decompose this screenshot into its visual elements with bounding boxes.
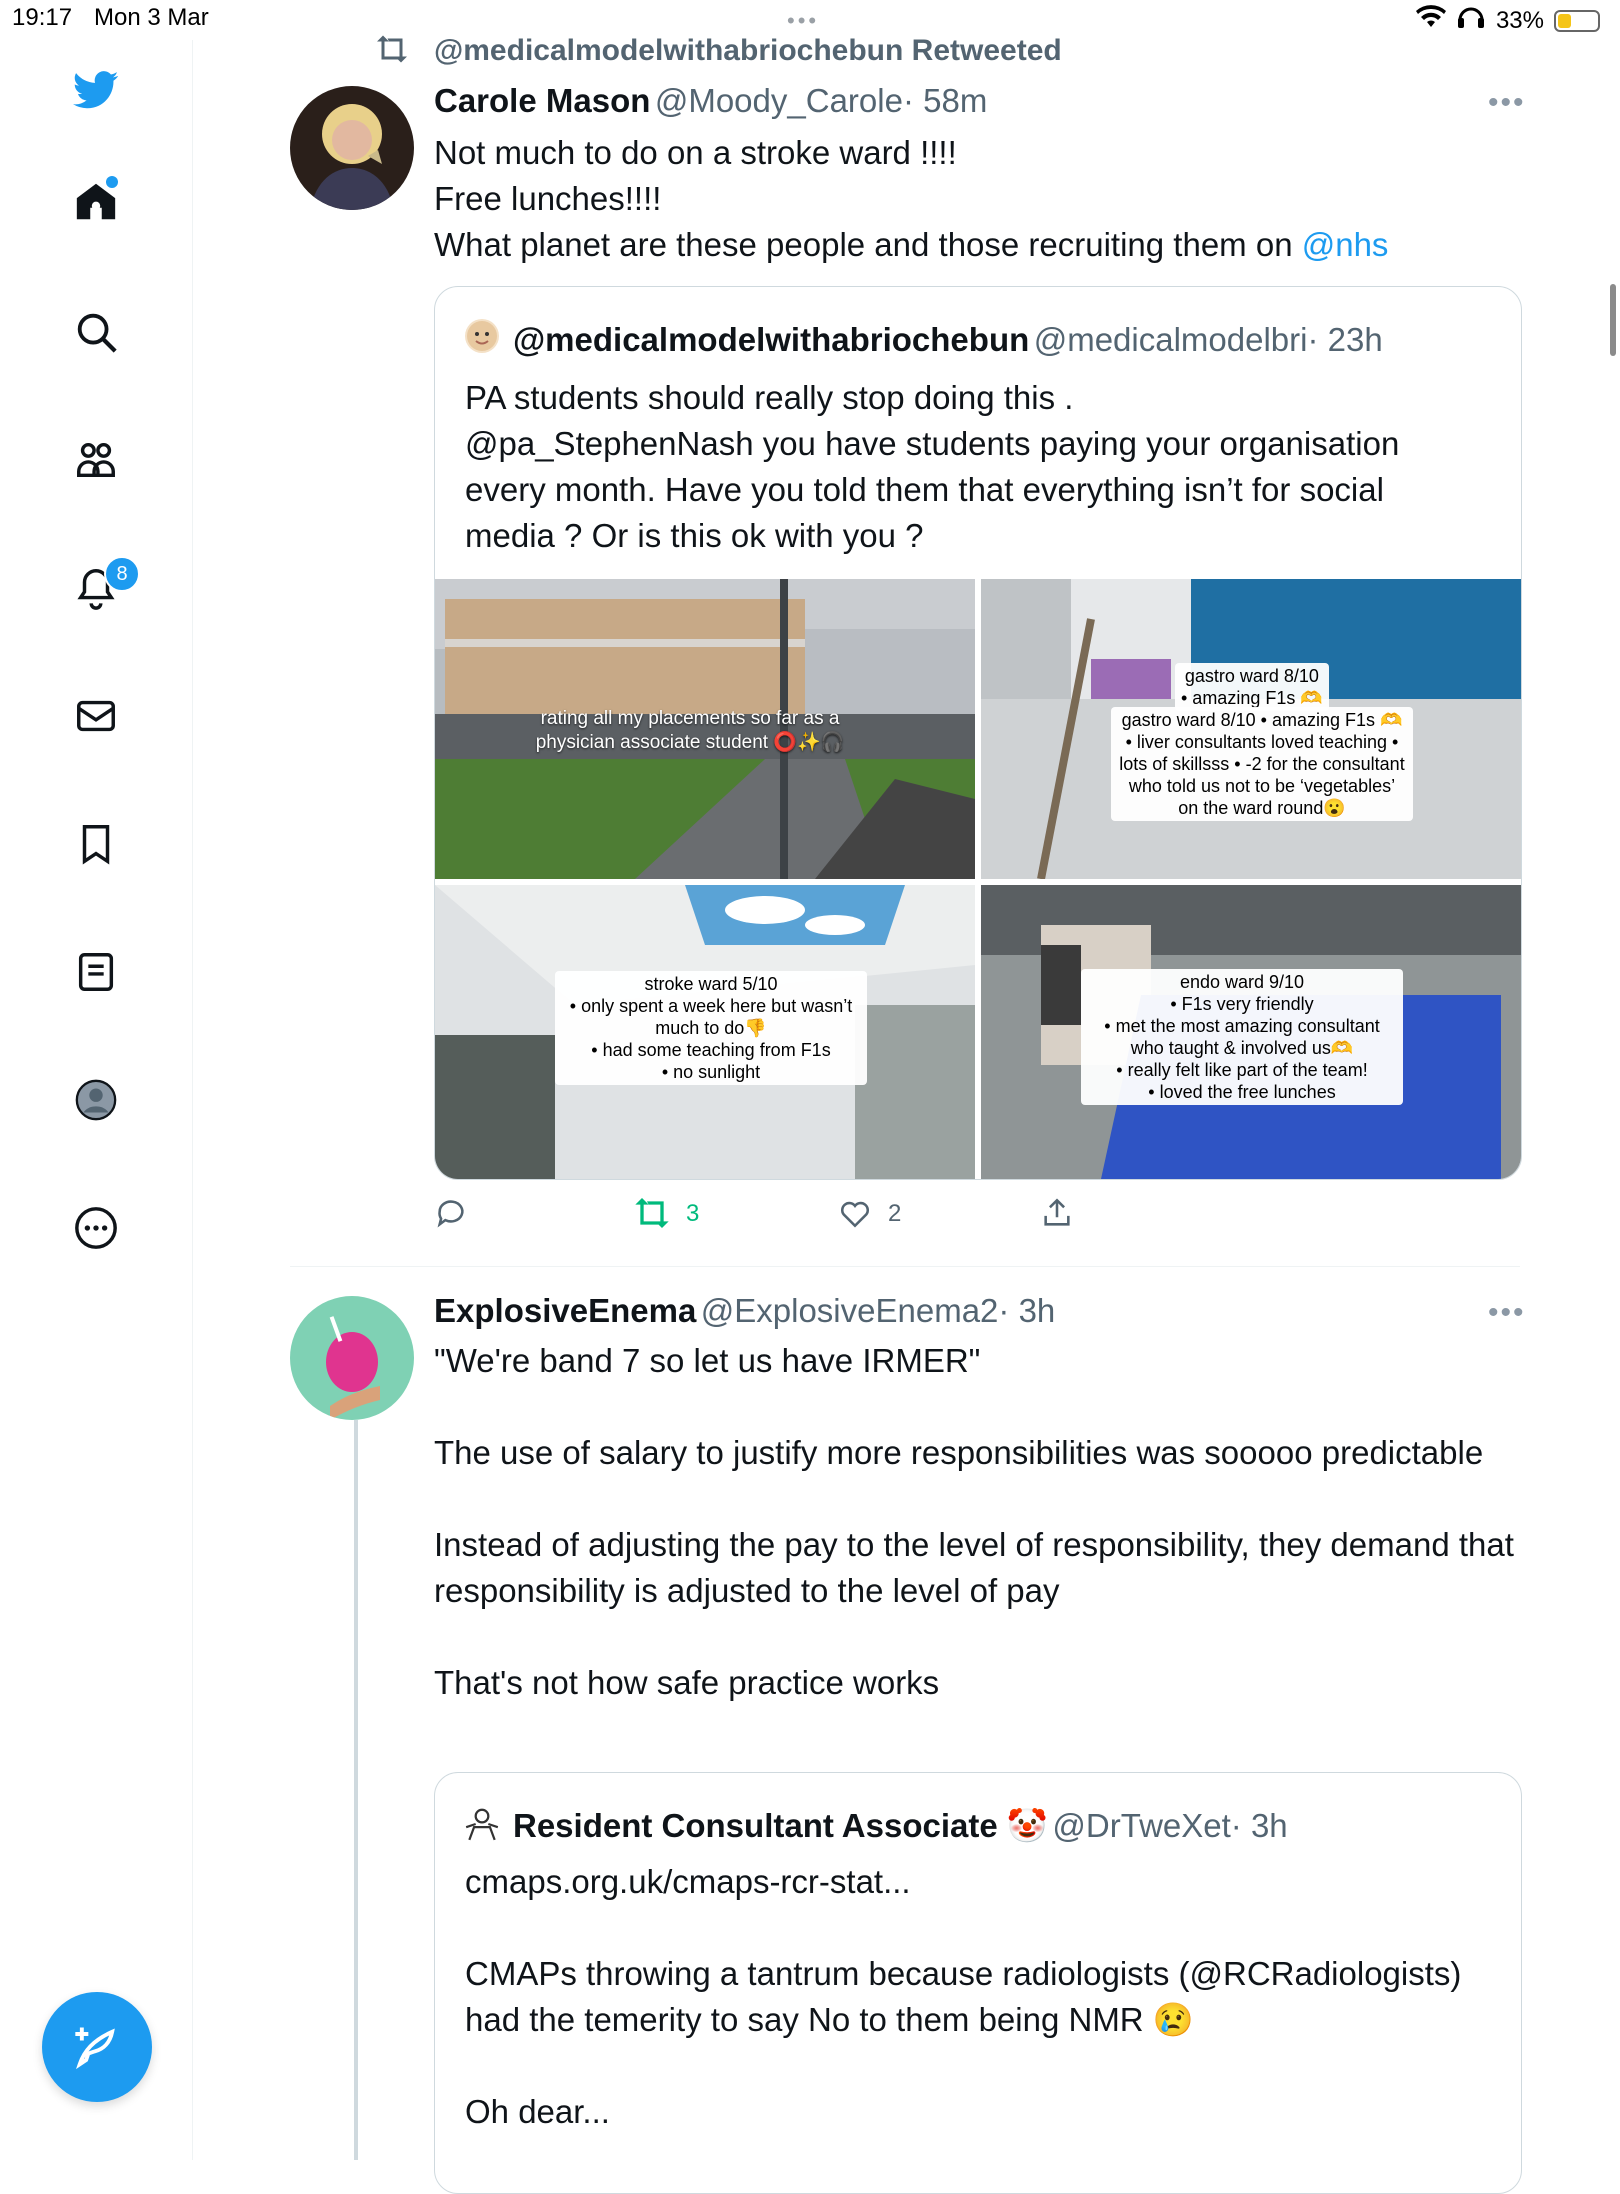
scrollbar[interactable] [1610, 284, 1616, 356]
tweet-divider [290, 1266, 1520, 1267]
tweet1-header: Carole Mason @Moody_Carole· 58m [434, 82, 987, 120]
quoted2-para-2: CMAPs throwing a tantrum because radiolo… [465, 1955, 1462, 2038]
quoted-author-handle: @medicalmodelbri [1033, 321, 1308, 358]
placement-image-4[interactable]: endo ward 9/10 • F1s very friendly • met… [981, 885, 1521, 1179]
quoted-author-name-2: Resident Consultant Associate 🤡 [513, 1807, 1048, 1844]
notification-count-badge: 8 [104, 556, 140, 592]
placement-caption-3: stroke ward 5/10 • only spent a week her… [555, 971, 867, 1085]
quoted-author-name: @medicalmodelwithabriochebun [513, 321, 1030, 358]
status-time: 19:17 [12, 4, 73, 31]
quoted-tweet-1[interactable]: @medicalmodelwithabriochebun @medicalmod… [434, 286, 1522, 1180]
quoted-header: @medicalmodelwithabriochebun @medicalmod… [513, 321, 1383, 359]
author-name[interactable]: ExplosiveEnema [434, 1292, 696, 1329]
placement-image-1[interactable]: rating all my placements so far as a phy… [435, 579, 975, 879]
tweet1-line-3: What planet are these people and those r… [434, 226, 1389, 263]
battery-icon [1554, 9, 1600, 32]
quoted-time-2: · 3h [1230, 1807, 1288, 1844]
headphones-icon [1456, 4, 1486, 37]
author-handle[interactable]: @ExplosiveEnema2 [701, 1292, 999, 1329]
retweet-indicator-icon [374, 34, 410, 69]
multitasking-dots-icon[interactable]: ••• [787, 8, 819, 34]
quoted-tweet-2[interactable]: Resident Consultant Associate 🤡 @DrTweXe… [434, 1772, 1522, 2194]
like-icon[interactable] [838, 1196, 872, 1237]
quoted-text-2: cmaps.org.uk/cmaps-rcr-stat... CMAPs thr… [465, 1859, 1495, 2135]
placement-caption-2: gastro ward 8/10 • amazing F1s 🫶 • liver… [1111, 707, 1413, 821]
search-icon[interactable] [66, 302, 126, 362]
placement-image-2[interactable]: gastro ward 8/10 • amazing F1s 🫶 gastro w… [981, 579, 1521, 879]
tweet1-line-1: Not much to do on a stroke ward !!!! [434, 134, 957, 171]
lists-icon[interactable] [66, 942, 126, 1002]
tweet2-para-3: Instead of adjusting the pay to the leve… [434, 1526, 1514, 1609]
profile-icon[interactable] [66, 1070, 126, 1130]
avatar-explosive-enema[interactable] [290, 1296, 414, 1420]
tweet1-actions: 3 2 [434, 1196, 1074, 1236]
tweet2-para-2: The use of salary to justify more respon… [434, 1434, 1484, 1471]
retweet-icon[interactable] [632, 1196, 672, 1237]
tweet2-more-icon[interactable]: ••• [1488, 1296, 1526, 1330]
quoted-time: · 23h [1307, 321, 1383, 358]
communities-icon[interactable] [66, 430, 126, 490]
mention-link[interactable]: @nhs [1302, 226, 1389, 263]
compose-tweet-button[interactable] [42, 1992, 152, 2102]
quoted2-para-3: Oh dear... [465, 2093, 610, 2130]
like-count: 2 [888, 1200, 902, 1227]
compose-feather-icon [75, 2027, 115, 2070]
tweet-time[interactable]: · 58m [903, 82, 987, 119]
quoted-text: PA students should really stop doing thi… [465, 379, 1400, 554]
reply-icon[interactable] [434, 1196, 468, 1237]
battery-percent: 33% [1495, 6, 1544, 34]
status-right: 33% [1415, 4, 1600, 37]
quoted-avatar-2 [463, 1805, 501, 1848]
placement-image-3[interactable]: stroke ward 5/10 • only spent a week her… [435, 885, 975, 1179]
share-icon[interactable] [1040, 1196, 1074, 1237]
tweet1-text: Not much to do on a stroke ward !!!! Fre… [434, 130, 1514, 268]
wifi-icon [1415, 5, 1446, 36]
thread-line [354, 1420, 358, 2160]
retweeted-by-label[interactable]: @medicalmodelwithabriochebun Retweeted [434, 34, 1062, 68]
tweet2-header: ExplosiveEnema @ExplosiveEnema2· 3h [434, 1292, 1055, 1330]
retweet-count: 3 [686, 1200, 700, 1227]
placement-caption-1: rating all my placements so far as a phy… [535, 708, 845, 753]
tweet2-para-1: "We're band 7 so let us have IRMER" [434, 1342, 981, 1379]
author-handle[interactable]: @Moody_Carole [655, 82, 903, 119]
tweet2-text: "We're band 7 so let us have IRMER" The … [434, 1338, 1524, 1706]
tweet-time[interactable]: · 3h [998, 1292, 1055, 1329]
status-date: Mon 3 Mar [94, 4, 209, 31]
quoted2-para-1: cmaps.org.uk/cmaps-rcr-stat... [465, 1863, 911, 1900]
tweet2-para-4: That's not how safe practice works [434, 1664, 940, 1701]
tweet1-line-2: Free lunches!!!! [434, 180, 662, 217]
home-unread-dot [106, 176, 118, 188]
bookmarks-icon[interactable] [66, 814, 126, 874]
more-icon[interactable] [66, 1198, 126, 1258]
quoted-author-handle-2: @DrTweXet [1052, 1807, 1231, 1844]
author-name[interactable]: Carole Mason [434, 82, 650, 119]
placement-caption-2a: gastro ward 8/10 • amazing F1s 🫶 [1175, 663, 1329, 711]
placement-caption-4: endo ward 9/10 • F1s very friendly • met… [1081, 969, 1403, 1105]
twitter-logo-icon[interactable] [66, 60, 126, 120]
messages-icon[interactable] [66, 686, 126, 746]
tweet1-more-icon[interactable]: ••• [1488, 86, 1526, 120]
quoted-avatar [465, 319, 499, 353]
avatar-carole-mason[interactable] [290, 86, 414, 210]
quoted-header-2: Resident Consultant Associate 🤡 @DrTweXe… [513, 1807, 1288, 1846]
